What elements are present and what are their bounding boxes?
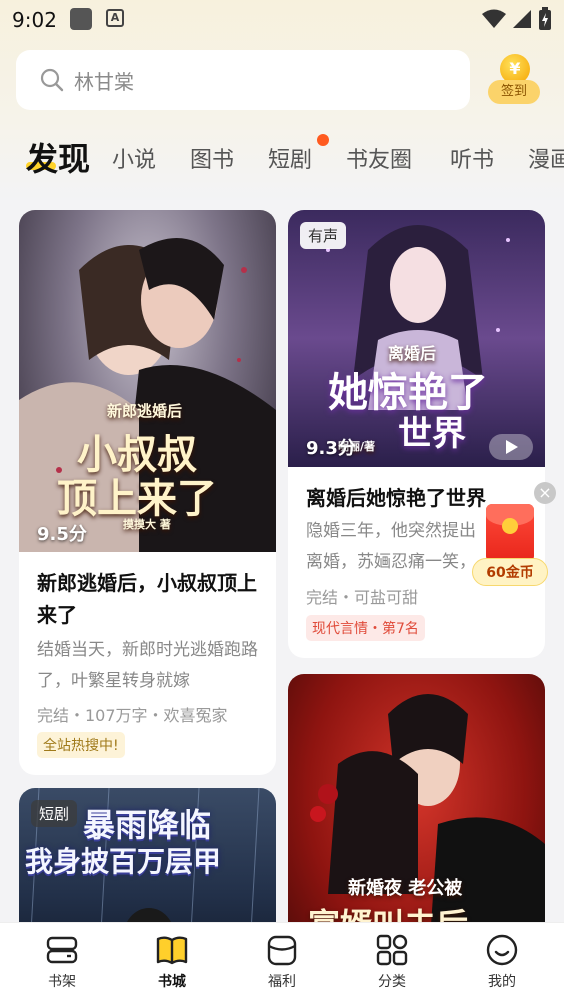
rank-tag: 现代言情・第7名 [306,615,425,641]
battery-icon [539,7,551,30]
red-packet-icon [486,504,534,562]
bookstore-icon [156,936,188,965]
book-description: 结婚当天，新郎时光逃婚跑路了，叶繁星转身就嫁 [37,640,258,691]
cover-subtitle: 新婚夜 老公被 [348,878,463,899]
tab-novel[interactable]: 小说 [112,142,156,174]
category-tabs: 发现 小说 图书 短剧 书友圈 听书 漫画 [0,128,564,180]
nav-label: 书架 [48,974,76,990]
category-icon [376,934,408,966]
play-icon[interactable] [489,434,533,460]
book-score: 9.3分 [306,438,356,459]
book-meta: 完结・可盐可甜 [306,588,419,607]
status-bar: 9:02 A [0,0,564,40]
nav-bookshelf[interactable]: 书架 [22,933,102,991]
nav-label: 我的 [488,974,516,990]
nav-profile[interactable]: 我的 [462,933,542,991]
cover-title-line: 我身披百万层甲 [25,845,222,878]
checkin-button[interactable]: ¥ 签到 [488,54,540,108]
signal-icon [513,10,531,28]
nav-label: 福利 [268,974,296,990]
status-icons [482,7,552,31]
tab-discover[interactable]: 发现 [26,134,90,180]
checkin-label: 签到 [488,80,540,104]
profile-icon [486,934,518,966]
cover-author: 摸摸大 著 [123,518,171,531]
tab-notification-dot [317,134,329,146]
search-input[interactable]: 林甘棠 [16,50,470,110]
status-time: 9:02 [12,8,57,32]
hot-tag: 全站热搜中! [37,732,125,758]
audio-badge: 有声 [300,222,347,249]
red-packet-widget[interactable]: × 60金币 [472,482,556,588]
book-cover: 新郎逃婚后 小叔叔 顶上来了 摸摸大 著 9.5分 [19,210,276,552]
welfare-icon [267,935,297,966]
notification-app-icon [70,8,92,30]
book-score: 9.5分 [37,524,87,545]
tab-comics[interactable]: 漫画 [528,142,564,174]
short-drama-badge: 短剧 [31,800,78,827]
book-meta: 完结・107万字・欢喜冤家 [37,706,228,725]
search-icon [40,68,64,92]
nav-label: 分类 [378,974,406,990]
search-placeholder: 林甘棠 [74,69,134,94]
nav-label: 书城 [158,974,186,990]
tab-books[interactable]: 图书 [190,142,234,174]
close-icon[interactable]: × [534,482,556,504]
tab-book-friends[interactable]: 书友圈 [346,142,412,174]
book-description: 隐婚三年，他突然提出离婚，苏婳忍痛一笑， [306,521,476,572]
keyboard-indicator-icon: A [106,9,124,27]
nav-welfare[interactable]: 福利 [242,933,322,991]
tab-short-drama[interactable]: 短剧 [268,142,312,174]
tab-audiobook[interactable]: 听书 [450,142,494,174]
book-title[interactable]: 新郎逃婚后，小叔叔顶上来了 [37,567,262,631]
book-cover: 有声 离婚后 她惊艳了 世界 明俪/著 9.3分 [288,210,545,467]
bottom-navigation: 书架 书城 福利 分类 我的 [0,922,564,1004]
book-card[interactable]: 有声 离婚后 她惊艳了 世界 明俪/著 9.3分 离婚后她惊艳了世界 隐婚三年，… [288,210,545,658]
book-card[interactable]: 新郎逃婚后 小叔叔 顶上来了 摸摸大 著 9.5分 新郎逃婚后，小叔叔顶上来了 … [19,210,276,775]
wifi-icon [482,9,506,28]
nav-bookstore[interactable]: 书城 [132,933,212,991]
cover-subtitle: 新郎逃婚后 [107,402,183,420]
bookshelf-icon [46,936,78,964]
red-packet-reward: 60金币 [472,558,548,586]
nav-category[interactable]: 分类 [352,933,432,991]
cover-title-line: 世界 [398,414,466,454]
